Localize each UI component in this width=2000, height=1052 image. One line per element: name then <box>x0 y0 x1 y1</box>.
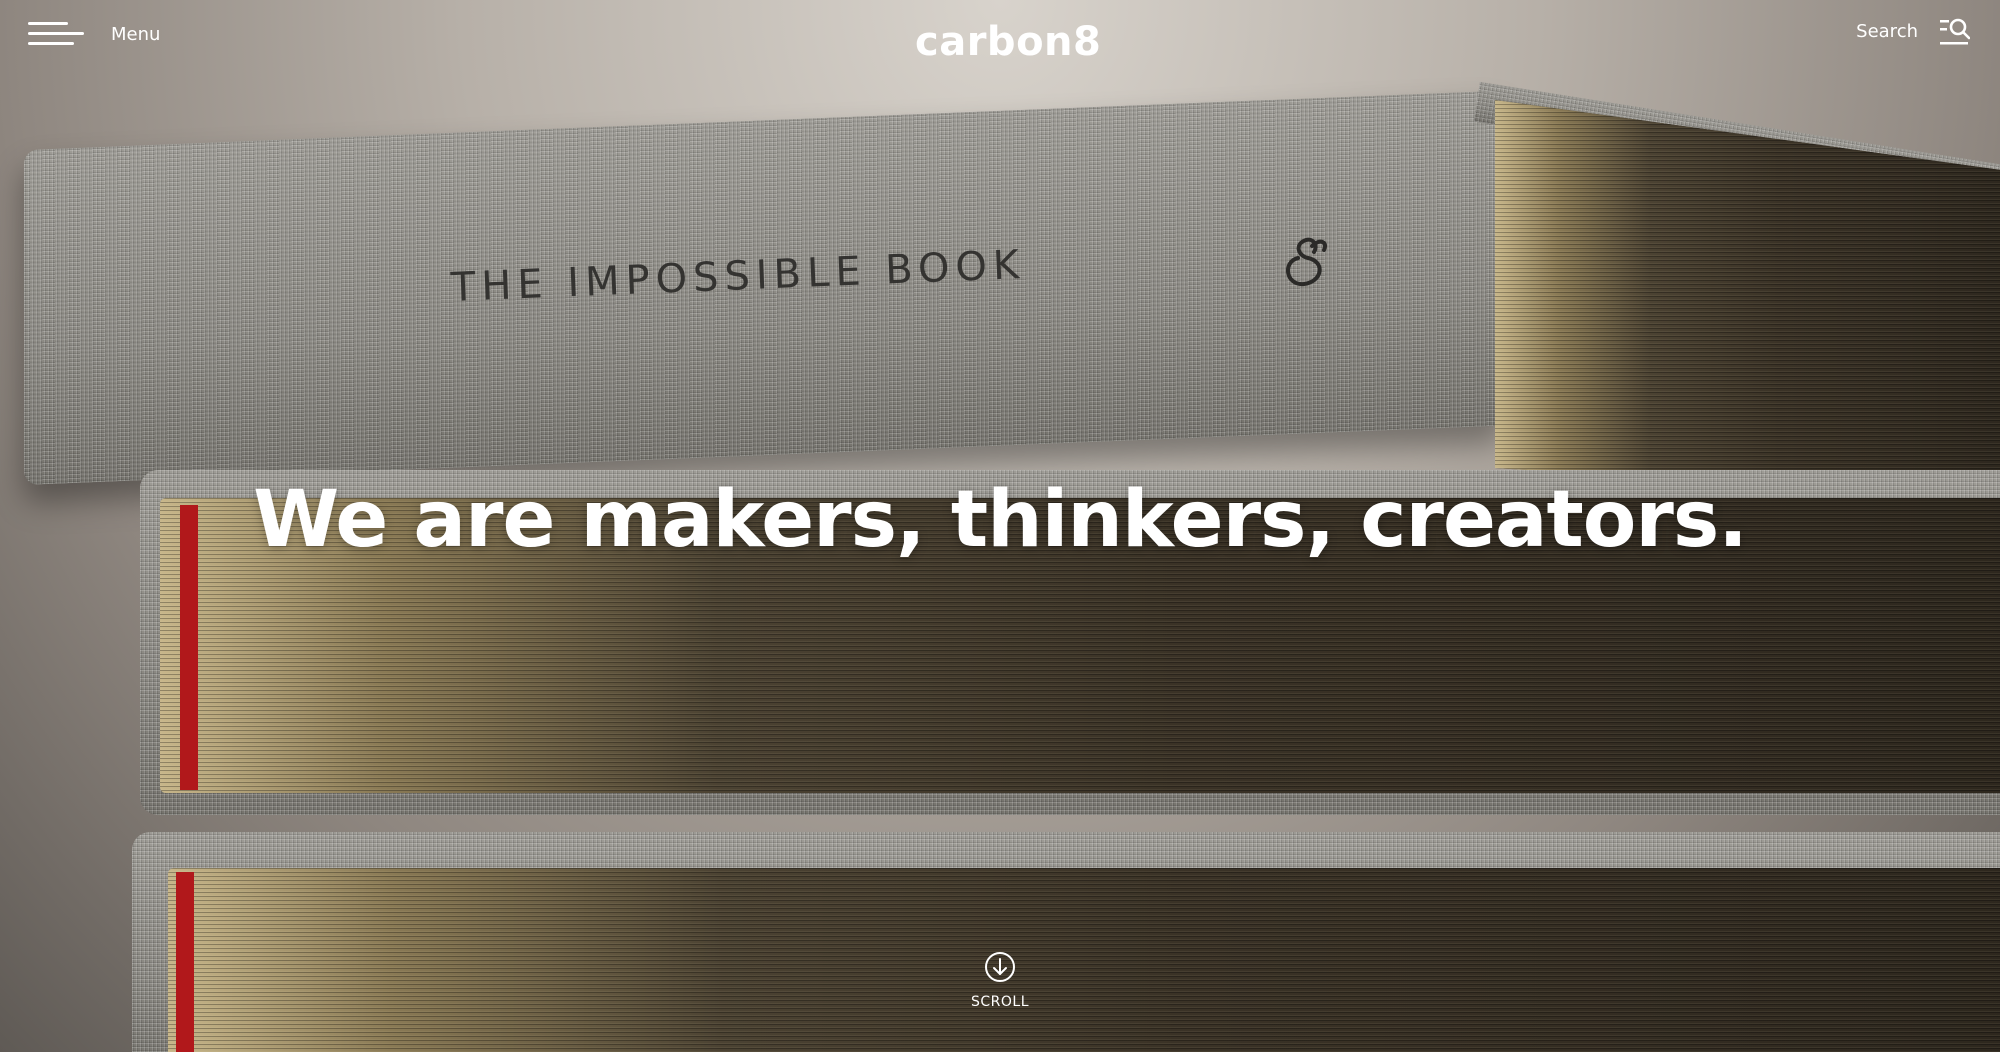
hero-headline: We are makers, thinkers, creators. <box>253 475 1748 565</box>
bottom-book-headband <box>176 872 194 1052</box>
carbon8-logo[interactable]: carbon8 <box>915 6 1101 62</box>
scroll-label[interactable]: SCROLL <box>971 994 1029 1010</box>
menu-button[interactable]: Menu <box>28 18 160 50</box>
top-book-page-edges <box>1495 100 2000 500</box>
scroll-button[interactable]: SCROLL <box>950 950 1050 1010</box>
menu-label[interactable]: Menu <box>111 24 160 45</box>
arrow-down-circle-icon[interactable] <box>983 950 1017 984</box>
logo-text[interactable]: carbon8 <box>915 22 1101 62</box>
hamburger-menu-icon[interactable] <box>28 18 84 50</box>
homepage: THE IMPOSSIBLE BOOK Menu carbon8 Search <box>0 0 2000 1052</box>
search-icon[interactable] <box>1940 16 1970 46</box>
book-spine-emblem-icon <box>1286 237 1327 287</box>
top-navigation: Menu carbon8 Search <box>0 0 2000 70</box>
search-button[interactable]: Search <box>1856 16 1970 46</box>
search-label[interactable]: Search <box>1856 21 1918 42</box>
bottom-book-page-edges <box>168 868 2000 1052</box>
